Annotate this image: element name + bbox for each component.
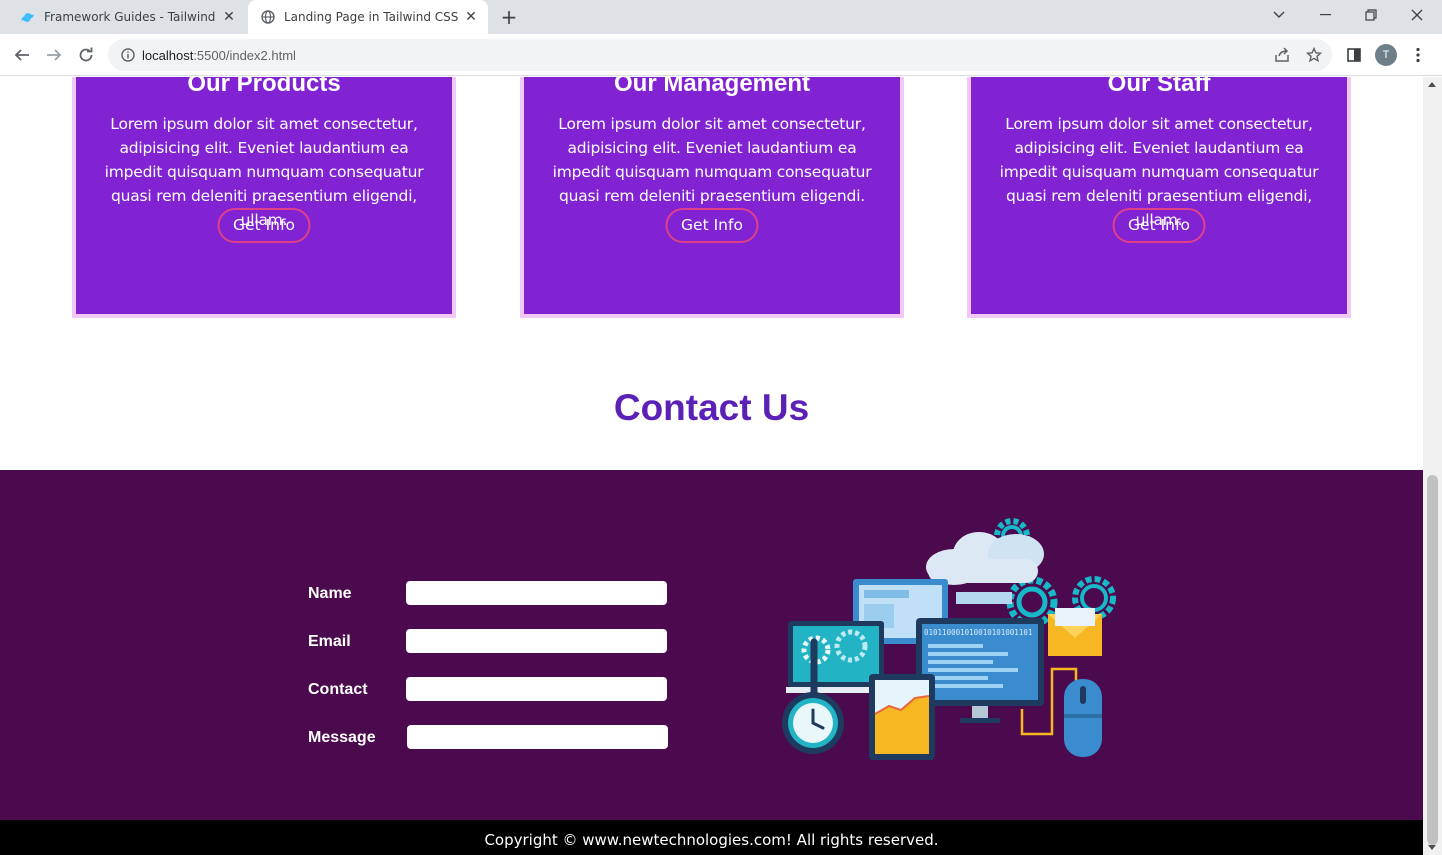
reload-icon[interactable] bbox=[72, 41, 100, 69]
url-path: :5500/index2.html bbox=[193, 47, 296, 63]
footer-copyright: Copyright © www.newtechnologies.com! All… bbox=[0, 820, 1423, 855]
get-info-button[interactable]: Get Info bbox=[1112, 208, 1206, 243]
tablet-icon bbox=[869, 674, 935, 760]
contact-heading: Contact Us bbox=[613, 387, 810, 428]
page-viewport: Our Products Lorem ipsum dolor sit amet … bbox=[0, 77, 1423, 855]
tab-close-icon[interactable]: ✕ bbox=[462, 8, 480, 26]
monitor-icon: 010110001010010101001101 bbox=[916, 618, 1044, 723]
card-title: Our Staff bbox=[1107, 77, 1211, 97]
binary-text: 010110001010010101001101 bbox=[924, 628, 1032, 637]
card-management: Our Management Lorem ipsum dolor sit ame… bbox=[520, 77, 904, 318]
close-window-icon[interactable] bbox=[1394, 0, 1440, 30]
tab-framework-guides[interactable]: Framework Guides - Tailwind CSS ✕ bbox=[8, 0, 246, 34]
card-products: Our Products Lorem ipsum dolor sit amet … bbox=[72, 77, 456, 318]
contact-section: Name Email Contact Message 0101100010100… bbox=[0, 470, 1423, 820]
back-arrow-icon[interactable] bbox=[8, 41, 36, 69]
tab-close-icon[interactable]: ✕ bbox=[220, 8, 238, 26]
profile-avatar[interactable]: T bbox=[1375, 44, 1397, 66]
side-panel-icon[interactable] bbox=[1340, 41, 1368, 69]
forward-arrow-icon[interactable] bbox=[40, 41, 68, 69]
contact-label: Contact bbox=[308, 681, 368, 698]
scroll-up-icon[interactable] bbox=[1428, 82, 1436, 87]
card-body: Lorem ipsum dolor sit amet consectetur, … bbox=[552, 115, 872, 205]
tab-title: Framework Guides - Tailwind CSS bbox=[44, 10, 220, 24]
address-bar[interactable]: localhost:5500/index2.html bbox=[108, 39, 1332, 71]
get-info-button[interactable]: Get Info bbox=[217, 208, 311, 243]
url-text: localhost:5500/index2.html bbox=[142, 48, 296, 63]
contact-input[interactable] bbox=[406, 677, 667, 701]
email-input[interactable] bbox=[406, 629, 667, 653]
card-title: Our Products bbox=[187, 77, 341, 97]
browser-toolbar: localhost:5500/index2.html T bbox=[0, 34, 1442, 76]
tab-title: Landing Page in Tailwind CSS bbox=[284, 10, 459, 24]
message-label: Message bbox=[308, 729, 376, 746]
new-tab-icon[interactable]: + bbox=[498, 5, 520, 29]
name-label: Name bbox=[308, 585, 352, 602]
share-icon[interactable] bbox=[1270, 39, 1294, 71]
card-title: Our Management bbox=[613, 77, 811, 97]
card-staff: Our Staff Lorem ipsum dolor sit amet con… bbox=[967, 77, 1351, 318]
get-info-button[interactable]: Get Info bbox=[665, 208, 759, 243]
tab-landing-page[interactable]: Landing Page in Tailwind CSS ✕ bbox=[248, 0, 488, 34]
vertical-scrollbar[interactable] bbox=[1423, 77, 1442, 855]
mouse-icon bbox=[1064, 679, 1102, 757]
tab-search-icon[interactable] bbox=[1256, 0, 1302, 30]
cloud-icon bbox=[926, 532, 1044, 585]
name-input[interactable] bbox=[406, 581, 667, 605]
gear-icon bbox=[1006, 576, 1058, 628]
clock-icon bbox=[782, 692, 844, 754]
minimize-icon[interactable] bbox=[1302, 0, 1348, 30]
email-label: Email bbox=[308, 633, 351, 650]
url-host: localhost bbox=[142, 47, 194, 63]
envelope-icon bbox=[1048, 608, 1102, 656]
kebab-menu-icon[interactable] bbox=[1404, 41, 1432, 69]
scrollbar-thumb[interactable] bbox=[1427, 475, 1438, 845]
message-input[interactable] bbox=[407, 725, 668, 749]
star-icon[interactable] bbox=[1302, 39, 1326, 71]
scroll-down-icon[interactable] bbox=[1428, 845, 1436, 850]
tailwind-logo-icon bbox=[20, 9, 36, 25]
info-icon[interactable] bbox=[120, 47, 136, 63]
browser-tab-bar: Framework Guides - Tailwind CSS ✕ Landin… bbox=[0, 0, 1442, 34]
technology-illustration: 010110001010010101001101 bbox=[782, 518, 1116, 760]
restore-icon[interactable] bbox=[1348, 0, 1394, 30]
globe-icon bbox=[260, 9, 276, 25]
